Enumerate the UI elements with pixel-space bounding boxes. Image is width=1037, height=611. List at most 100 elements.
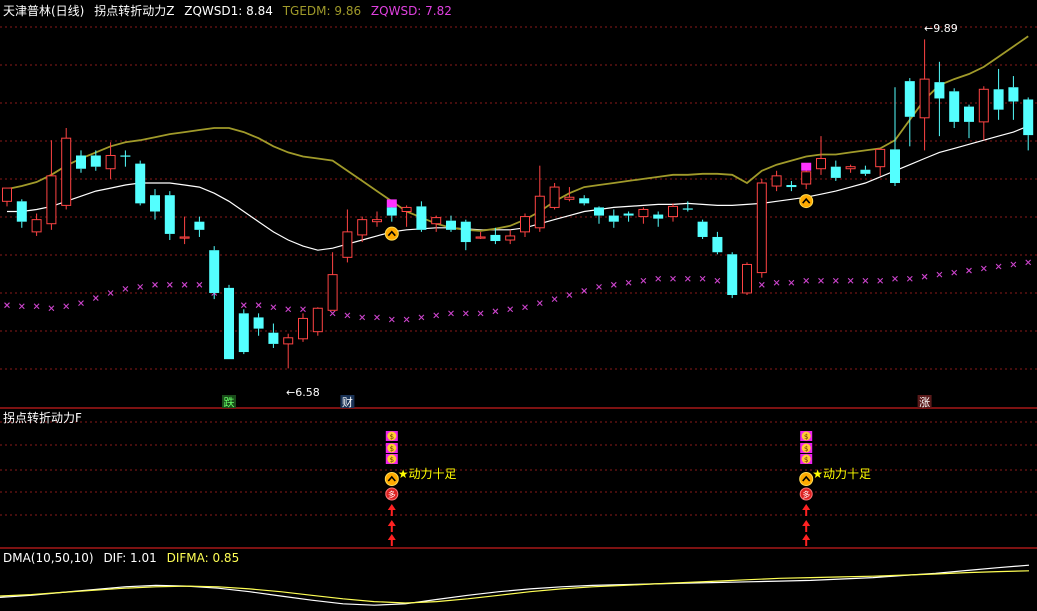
candle bbox=[786, 180, 797, 192]
candle-body-up bbox=[31, 219, 42, 233]
candle-body-down bbox=[1023, 99, 1034, 136]
cross-marker bbox=[477, 310, 484, 317]
red-up-arrow-icon bbox=[387, 534, 396, 546]
candle-body-down bbox=[934, 82, 945, 99]
marker-zhang: 涨 bbox=[919, 396, 930, 409]
high-price-label: ←9.89 bbox=[924, 22, 958, 35]
candle bbox=[904, 78, 915, 147]
stock-name[interactable]: 天津普林(日线) bbox=[3, 4, 84, 18]
candle-body-up bbox=[638, 208, 649, 218]
candle-body-down bbox=[194, 221, 205, 230]
indicator-name[interactable]: 拐点转折动力Z bbox=[94, 4, 174, 18]
candle bbox=[1008, 76, 1019, 120]
candle bbox=[934, 61, 945, 137]
cross-marker bbox=[122, 286, 129, 292]
candle bbox=[120, 150, 131, 167]
cross-marker bbox=[610, 281, 617, 288]
cross-marker bbox=[980, 265, 987, 272]
candle-body-down bbox=[904, 81, 915, 117]
candle bbox=[949, 88, 960, 128]
candle bbox=[327, 252, 338, 311]
zqwsd-value: ZQWSD: 7.82 bbox=[370, 4, 452, 18]
ma-white-line bbox=[7, 125, 1029, 251]
candle-body-down bbox=[386, 207, 397, 216]
candle-body-down bbox=[608, 215, 619, 222]
candle-body-down bbox=[712, 236, 723, 253]
candle-body-down bbox=[150, 195, 160, 212]
cross-marker bbox=[966, 267, 972, 274]
candle bbox=[520, 213, 530, 237]
cross-marker bbox=[596, 283, 602, 290]
money-bag-symbol: $ bbox=[390, 456, 394, 464]
cross-marker bbox=[492, 308, 499, 315]
cross-marker bbox=[388, 316, 395, 323]
chart-canvas[interactable]: ←9.89←6.58跌财涨$$$多★动力十足$$$多★动力十足 bbox=[0, 0, 1037, 611]
cross-marker bbox=[137, 283, 144, 290]
candle-body-up bbox=[668, 205, 678, 218]
candle bbox=[830, 160, 841, 181]
candle bbox=[194, 216, 205, 237]
candle bbox=[431, 215, 442, 232]
candle bbox=[978, 86, 989, 141]
candle-body-up bbox=[801, 171, 812, 185]
candle bbox=[209, 246, 220, 300]
money-bag-symbol: $ bbox=[390, 433, 394, 441]
signal-text-label: ★动力十足 bbox=[398, 467, 457, 481]
candle bbox=[875, 148, 886, 176]
up-chevron-icon bbox=[384, 226, 399, 241]
sub-panel-title[interactable]: 拐点转折动力F bbox=[3, 411, 82, 425]
candle-body-down bbox=[949, 91, 960, 122]
candle-body-up bbox=[179, 236, 190, 239]
candle bbox=[76, 150, 86, 173]
dma-title[interactable]: DMA(10,50,10) bbox=[3, 551, 94, 565]
money-bag-symbol: $ bbox=[804, 433, 808, 441]
candle-body-up bbox=[312, 307, 323, 333]
candle bbox=[61, 127, 72, 210]
candle-body-down bbox=[268, 332, 279, 344]
candle-body-down bbox=[446, 220, 456, 230]
cross-marker bbox=[758, 281, 765, 288]
candle-body-down bbox=[224, 287, 234, 360]
candle bbox=[2, 187, 12, 207]
candle-body-up bbox=[505, 235, 516, 241]
cross-marker bbox=[462, 310, 469, 317]
candle-body-down bbox=[460, 221, 471, 243]
red-up-arrow-icon bbox=[802, 504, 811, 516]
candle-body-up bbox=[756, 182, 767, 274]
cross-marker bbox=[181, 281, 188, 288]
candle bbox=[712, 231, 723, 255]
red-up-arrow-icon bbox=[387, 520, 396, 532]
candle bbox=[253, 313, 264, 336]
cross-marker bbox=[684, 275, 691, 282]
candle bbox=[682, 201, 693, 212]
candle bbox=[312, 307, 323, 336]
cross-marker bbox=[418, 314, 425, 321]
up-chevron-icon bbox=[799, 472, 814, 486]
dma-dif-line bbox=[0, 564, 1030, 606]
candle-body-up bbox=[46, 175, 57, 225]
candle bbox=[727, 252, 738, 299]
candle bbox=[579, 195, 590, 206]
candle bbox=[446, 215, 456, 232]
cross-marker bbox=[403, 316, 410, 323]
candle-body-up bbox=[742, 263, 752, 294]
candle bbox=[845, 164, 856, 173]
candle-body-down bbox=[964, 106, 974, 122]
candle-body-up bbox=[298, 317, 308, 340]
tgedm-value: TGEDM: 9.86 bbox=[282, 4, 362, 18]
cross-marker bbox=[33, 303, 40, 310]
candle-body-down bbox=[253, 317, 264, 329]
candle bbox=[164, 191, 175, 241]
candle-body-down bbox=[653, 214, 664, 219]
candle-body-up bbox=[475, 236, 486, 239]
money-bag-symbol: $ bbox=[804, 445, 808, 453]
candle-body-down bbox=[682, 208, 693, 210]
up-chevron-icon bbox=[384, 472, 399, 486]
candle bbox=[549, 182, 560, 210]
candle-body-up bbox=[816, 158, 826, 170]
duo-badge-text: 多 bbox=[388, 490, 396, 500]
candle bbox=[993, 68, 1004, 120]
candle-body-down bbox=[90, 155, 101, 167]
candle bbox=[756, 178, 767, 278]
cross-marker bbox=[655, 275, 662, 282]
